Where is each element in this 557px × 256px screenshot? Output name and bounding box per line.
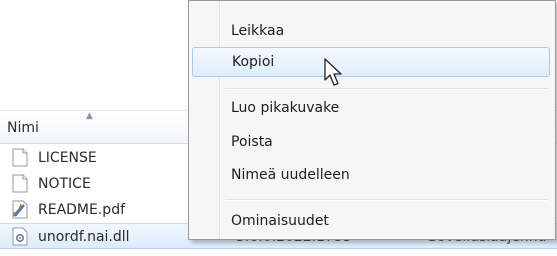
menu-item-create-shortcut[interactable]: Luo pikakuvake — [192, 94, 550, 124]
menu-item-label: Poista — [231, 134, 273, 150]
menu-item-label: Nimeä uudelleen — [231, 167, 350, 183]
dll-icon — [12, 227, 28, 246]
menu-item-label: Ominaisuudet — [231, 213, 329, 229]
mouse-pointer-icon — [324, 58, 342, 86]
menu-item-copy[interactable]: Kopioi — [192, 47, 550, 77]
menu-item-properties[interactable]: Ominaisuudet — [192, 207, 550, 237]
menu-item-label: Kopioi — [232, 54, 275, 70]
menu-item-label: Luo pikakuvake — [231, 100, 340, 116]
column-header-name[interactable]: ▲ Nimi — [0, 111, 191, 143]
menu-separator — [225, 88, 547, 90]
file-name: README.pdf — [38, 202, 126, 218]
menu-separator — [225, 199, 547, 201]
menu-item-rename[interactable]: Nimeä uudelleen — [192, 161, 550, 191]
file-name: NOTICE — [38, 176, 91, 192]
sort-ascending-icon: ▲ — [86, 111, 93, 121]
menu-item-cut[interactable]: Leikkaa — [192, 17, 550, 47]
file-name: unordf.nai.dll — [38, 229, 130, 245]
context-menu: Leikkaa Kopioi Luo pikakuvake Poista Nim… — [188, 0, 556, 240]
column-header-name-label: Nimi — [7, 120, 39, 136]
document-icon — [12, 174, 28, 193]
pdf-icon — [12, 200, 28, 219]
menu-item-delete[interactable]: Poista — [192, 128, 550, 158]
menu-item-label: Leikkaa — [231, 23, 285, 39]
document-icon — [12, 148, 28, 167]
file-name: LICENSE — [38, 150, 97, 166]
